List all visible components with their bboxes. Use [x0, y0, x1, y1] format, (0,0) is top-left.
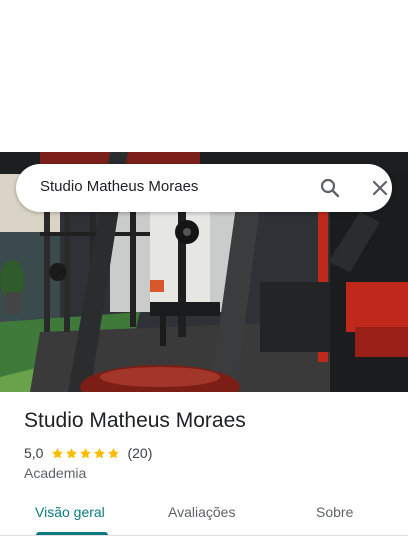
star-icon — [52, 447, 64, 458]
star-icon — [80, 447, 92, 458]
place-title: Studio Matheus Moraes — [24, 409, 246, 432]
rating-row[interactable]: 5,0 (20) — [24, 444, 152, 462]
close-icon[interactable] — [368, 176, 392, 200]
tab-about[interactable]: Sobre — [316, 504, 353, 520]
tab-reviews[interactable]: Avaliações — [168, 504, 235, 520]
tabs-divider — [0, 535, 408, 536]
tab-overview[interactable]: Visão geral — [35, 504, 105, 520]
search-icon[interactable] — [318, 176, 342, 200]
blank-header-area — [0, 0, 408, 152]
star-rating — [51, 447, 121, 460]
place-tabs: Visão geral Avaliações Sobre — [0, 496, 408, 536]
search-input[interactable]: Studio Matheus Moraes — [40, 178, 198, 195]
star-icon — [94, 447, 106, 458]
review-count[interactable]: (20) — [127, 445, 152, 461]
rating-value: 5,0 — [24, 445, 44, 461]
star-icon — [108, 447, 120, 458]
search-bar[interactable]: Studio Matheus Moraes — [16, 164, 392, 212]
star-icon — [66, 447, 78, 458]
place-category[interactable]: Academia — [24, 465, 86, 481]
